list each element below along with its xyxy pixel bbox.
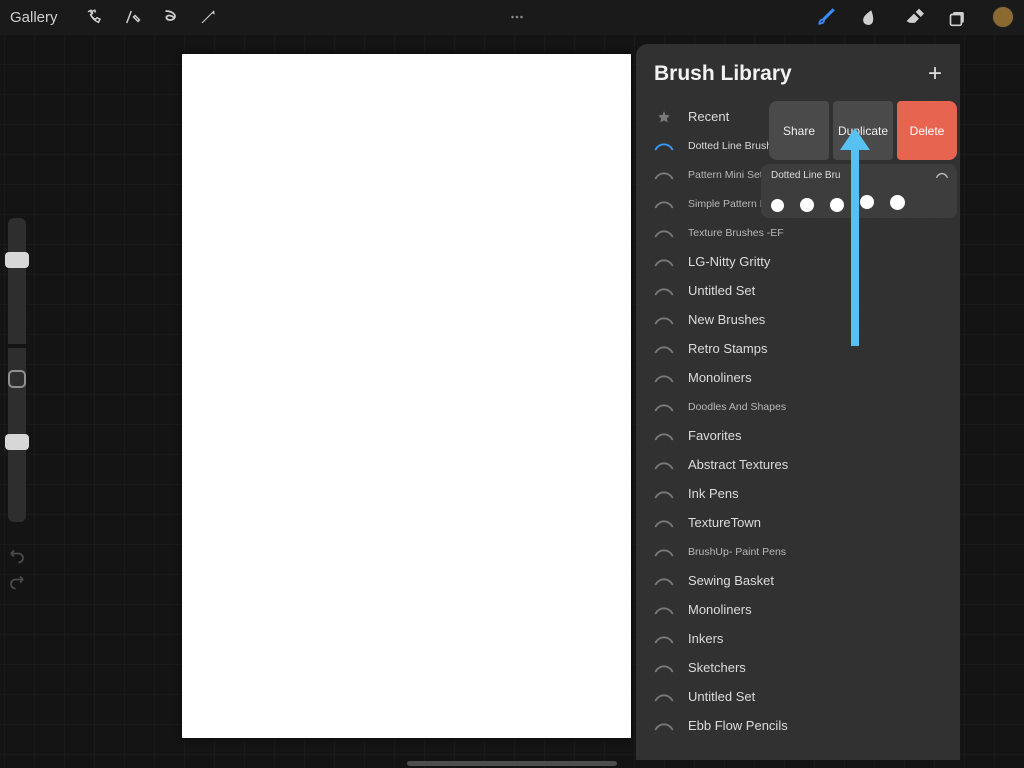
brush-category-item[interactable]: Doodles And Shapes (636, 392, 960, 421)
brush-category-item[interactable]: Sewing Basket (636, 566, 960, 595)
category-label: Inkers (688, 631, 723, 646)
brush-category-item[interactable]: Texture Brushes -EF (636, 218, 960, 247)
category-label: Favorites (688, 428, 741, 443)
category-label: LG-Nitty Gritty (688, 254, 770, 269)
home-indicator (407, 761, 617, 766)
brush-name: Dotted Line Bru (771, 170, 947, 181)
eraser-icon[interactable] (904, 7, 924, 27)
modify-button[interactable] (8, 370, 26, 388)
brush-stroke-preview (771, 198, 947, 212)
undo-button[interactable] (8, 546, 26, 564)
category-label: Ebb Flow Pencils (688, 718, 788, 733)
duplicate-button[interactable]: Duplicate (833, 101, 893, 160)
color-picker[interactable] (992, 6, 1014, 28)
category-label: New Brushes (688, 312, 765, 327)
category-label: BrushUp- Paint Pens (688, 546, 786, 558)
category-label: Texture Brushes -EF (688, 227, 784, 239)
transform-icon[interactable] (198, 7, 218, 27)
selection-icon[interactable] (160, 7, 180, 27)
category-label: Monoliners (688, 602, 752, 617)
brush-swipe-actions: Share Duplicate Delete (769, 101, 957, 160)
delete-button[interactable]: Delete (897, 101, 957, 160)
brush-category-item[interactable]: Sketchers (636, 653, 960, 682)
panel-title: Brush Library (654, 62, 792, 86)
brush-preview-card[interactable]: Dotted Line Bru (761, 164, 957, 218)
brush-category-item[interactable]: Ink Pens (636, 479, 960, 508)
brush-stroke-icon (935, 170, 949, 180)
category-label: Untitled Set (688, 283, 755, 298)
category-label: Sketchers (688, 660, 746, 675)
brush-category-item[interactable]: Favorites (636, 421, 960, 450)
category-label: Recent (688, 109, 729, 124)
share-button[interactable]: Share (769, 101, 829, 160)
brush-category-item[interactable]: New Brushes (636, 305, 960, 334)
category-label: Untitled Set (688, 689, 755, 704)
brush-category-item[interactable]: Monoliners (636, 363, 960, 392)
gallery-button[interactable]: Gallery (10, 9, 58, 26)
add-brush-set-button[interactable]: + (928, 60, 942, 88)
brush-category-item[interactable]: Untitled Set (636, 682, 960, 711)
brush-category-item[interactable]: LG-Nitty Gritty (636, 247, 960, 276)
brush-category-item[interactable]: Abstract Textures (636, 450, 960, 479)
layers-icon[interactable] (948, 7, 968, 27)
brush-icon[interactable] (816, 7, 836, 27)
category-label: Sewing Basket (688, 573, 774, 588)
brush-opacity-handle[interactable] (5, 434, 29, 450)
brush-category-item[interactable]: Ebb Flow Pencils (636, 711, 960, 740)
more-icon[interactable] (507, 7, 527, 27)
brush-size-handle[interactable] (5, 252, 29, 268)
smudge-icon[interactable] (860, 7, 880, 27)
brush-size-slider[interactable] (8, 218, 26, 344)
category-label: Doodles And Shapes (688, 401, 786, 413)
redo-button[interactable] (8, 572, 26, 590)
actions-icon[interactable] (84, 7, 104, 27)
brush-category-item[interactable]: Inkers (636, 624, 960, 653)
brush-category-item[interactable]: Monoliners (636, 595, 960, 624)
brush-category-item[interactable]: TextureTown (636, 508, 960, 537)
adjustments-icon[interactable] (122, 7, 142, 27)
brush-category-item[interactable]: Retro Stamps (636, 334, 960, 363)
category-label: Abstract Textures (688, 457, 788, 472)
canvas[interactable] (182, 54, 631, 738)
category-label: Ink Pens (688, 486, 739, 501)
category-label: TextureTown (688, 515, 761, 530)
category-label: Monoliners (688, 370, 752, 385)
brush-category-item[interactable]: BrushUp- Paint Pens (636, 537, 960, 566)
top-toolbar: Gallery (0, 0, 1024, 34)
category-label: Retro Stamps (688, 341, 767, 356)
brush-category-item[interactable]: Untitled Set (636, 276, 960, 305)
